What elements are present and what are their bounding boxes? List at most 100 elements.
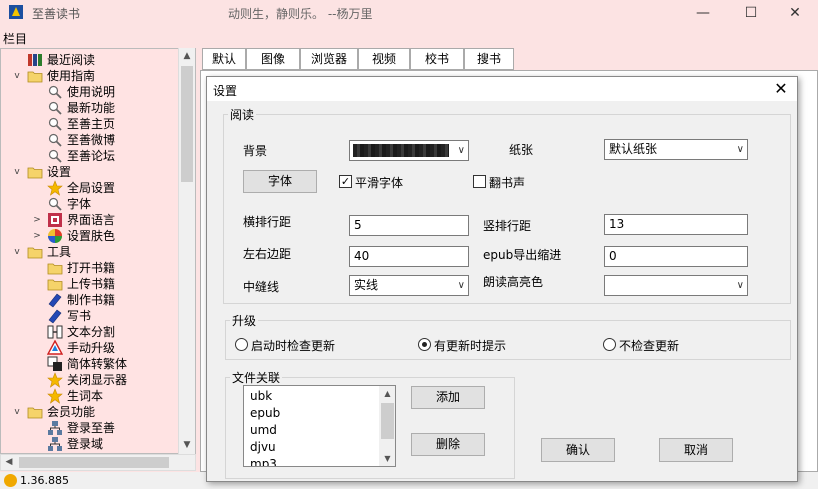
scroll-down-icon[interactable]: ▼ [379, 451, 395, 466]
folder-icon [47, 263, 63, 275]
upgrade-legend: 升级 [232, 314, 257, 328]
sidebar-item-label: 全局设置 [67, 181, 116, 195]
background-swatch [353, 144, 449, 157]
tab-video[interactable]: 视频 [358, 48, 410, 70]
cancel-button[interactable]: 取消 [659, 438, 733, 462]
sidebar-item-label: 界面语言 [67, 213, 116, 227]
sidebar-label: 栏目 [3, 32, 28, 46]
background-select[interactable]: ∨ [349, 140, 469, 161]
list-item[interactable]: umd [250, 422, 277, 438]
gutter-line-select[interactable]: 实线 ∨ [349, 275, 469, 296]
tab-search-books[interactable]: 搜书 [464, 48, 514, 70]
sidebar-item-label: 使用说明 [67, 85, 116, 99]
status-indicator-icon [4, 474, 17, 487]
upgrade-option-check-on-start[interactable] [235, 338, 248, 351]
sidebar-item-label: 最近阅读 [47, 53, 96, 67]
network-icon [48, 421, 62, 435]
delete-association-button[interactable]: 删除 [411, 433, 485, 456]
magnifier-icon [48, 133, 62, 147]
version-text: 1.36.885 [20, 474, 69, 487]
tab-image[interactable]: 图像 [246, 48, 300, 70]
list-scrollbar[interactable]: ▲ ▼ [379, 386, 395, 466]
collapse-chevron-icon[interactable]: v [11, 68, 23, 84]
epub-indent-label: epub导出缩进 [483, 248, 562, 262]
scroll-thumb[interactable] [181, 66, 193, 182]
star-icon [47, 372, 63, 388]
upgrade-icon [47, 340, 63, 355]
language-icon [48, 213, 62, 227]
epub-indent-input[interactable]: 0 [604, 246, 748, 267]
chevron-down-icon: ∨ [457, 145, 465, 156]
maximize-button[interactable]: ☐ [728, 0, 774, 26]
star-icon [47, 180, 63, 196]
folder-icon [27, 407, 43, 419]
close-button[interactable]: ✕ [772, 0, 818, 26]
color-wheel-icon [48, 229, 62, 243]
margin-input[interactable]: 40 [349, 246, 469, 267]
sidebar-item-label: 写书 [67, 309, 92, 323]
sidebar-item-label: 至善论坛 [67, 149, 116, 163]
expand-chevron-icon[interactable]: > [31, 228, 43, 244]
tree-horizontal-scrollbar[interactable]: ◀ [0, 454, 196, 471]
upgrade-option-prompt[interactable] [418, 338, 431, 351]
collapse-chevron-icon[interactable]: v [11, 404, 23, 420]
paper-label: 纸张 [509, 143, 534, 157]
upgrade-option-check-on-start-label: 启动时检查更新 [251, 339, 336, 353]
collapse-chevron-icon[interactable]: v [11, 244, 23, 260]
paper-select[interactable]: 默认纸张 ∨ [604, 139, 748, 160]
expand-chevron-icon[interactable]: > [31, 212, 43, 228]
magnifier-icon [48, 85, 62, 99]
chevron-down-icon: ∨ [457, 280, 465, 291]
sidebar-item-label: 最新功能 [67, 101, 116, 115]
magnifier-icon [48, 149, 62, 163]
tab-proofread[interactable]: 校书 [410, 48, 464, 70]
list-item[interactable]: epub [250, 405, 280, 421]
scroll-up-icon[interactable]: ▲ [179, 48, 195, 64]
sidebar-item-label: 关闭显示器 [67, 373, 128, 387]
tree-vertical-scrollbar[interactable]: ▲ ▼ [178, 48, 195, 454]
file-association-list[interactable]: ubk epub umd djvu mp3 ▲ ▼ [243, 385, 396, 467]
sidebar-item-label: 生词本 [67, 389, 104, 403]
dialog-close-icon[interactable]: ✕ [769, 78, 793, 100]
smooth-font-label: 平滑字体 [355, 176, 404, 190]
checkmark-icon: ✓ [340, 175, 351, 188]
books-icon [28, 54, 42, 66]
page-flip-sound-checkbox[interactable] [473, 175, 486, 188]
motto-text: 动则生，静则乐。 --杨万里 [228, 7, 373, 21]
tab-default[interactable]: 默认 [202, 48, 246, 70]
app-logo-icon [9, 5, 23, 19]
upgrade-option-never-label: 不检查更新 [619, 339, 680, 353]
scroll-up-icon[interactable]: ▲ [379, 386, 395, 401]
chevron-down-icon: ∨ [736, 280, 744, 291]
tab-browser[interactable]: 浏览器 [300, 48, 358, 70]
tts-highlight-select[interactable]: ∨ [604, 275, 748, 296]
minimize-button[interactable]: — [680, 0, 726, 26]
sidebar-item-label: 至善微博 [67, 133, 116, 147]
scroll-left-icon[interactable]: ◀ [1, 455, 17, 470]
confirm-button[interactable]: 确认 [541, 438, 615, 462]
sidebar-item-label: 会员功能 [47, 405, 96, 419]
settings-dialog: 设置 ✕ 阅读 背景 ∨ 字体 ✓ 平滑字体 翻书声 纸张 默认纸张 ∨ 横排行… [206, 76, 798, 482]
list-item[interactable]: ubk [250, 388, 272, 404]
list-item[interactable]: djvu [250, 439, 276, 455]
add-association-button[interactable]: 添加 [411, 386, 485, 409]
list-scroll-thumb[interactable] [381, 403, 394, 439]
list-item[interactable]: mp3 [250, 456, 277, 466]
sidebar-item-label: 制作书籍 [67, 293, 116, 307]
page-flip-sound-label: 翻书声 [489, 176, 526, 190]
upgrade-option-prompt-label: 有更新时提示 [434, 339, 507, 353]
sidebar-item-label: 工具 [47, 245, 72, 259]
app-title: 至善读书 [32, 7, 81, 21]
hscroll-thumb[interactable] [19, 457, 169, 468]
network-icon [48, 437, 62, 451]
v-line-spacing-input[interactable]: 13 [604, 214, 748, 235]
folder-icon [47, 279, 63, 291]
sidebar-tree[interactable]: 最近阅读 v 使用指南 使用说明 最新功能 至善主页 至善微博 至善论坛 v 设置 全局设置 字体 > 界… [0, 48, 196, 454]
scroll-down-icon[interactable]: ▼ [179, 437, 195, 453]
collapse-chevron-icon[interactable]: v [11, 164, 23, 180]
h-line-spacing-input[interactable]: 5 [349, 215, 469, 236]
star-icon [47, 388, 63, 404]
font-button[interactable]: 字体 [243, 170, 317, 193]
smooth-font-checkbox[interactable]: ✓ [339, 175, 352, 188]
upgrade-option-never[interactable] [603, 338, 616, 351]
